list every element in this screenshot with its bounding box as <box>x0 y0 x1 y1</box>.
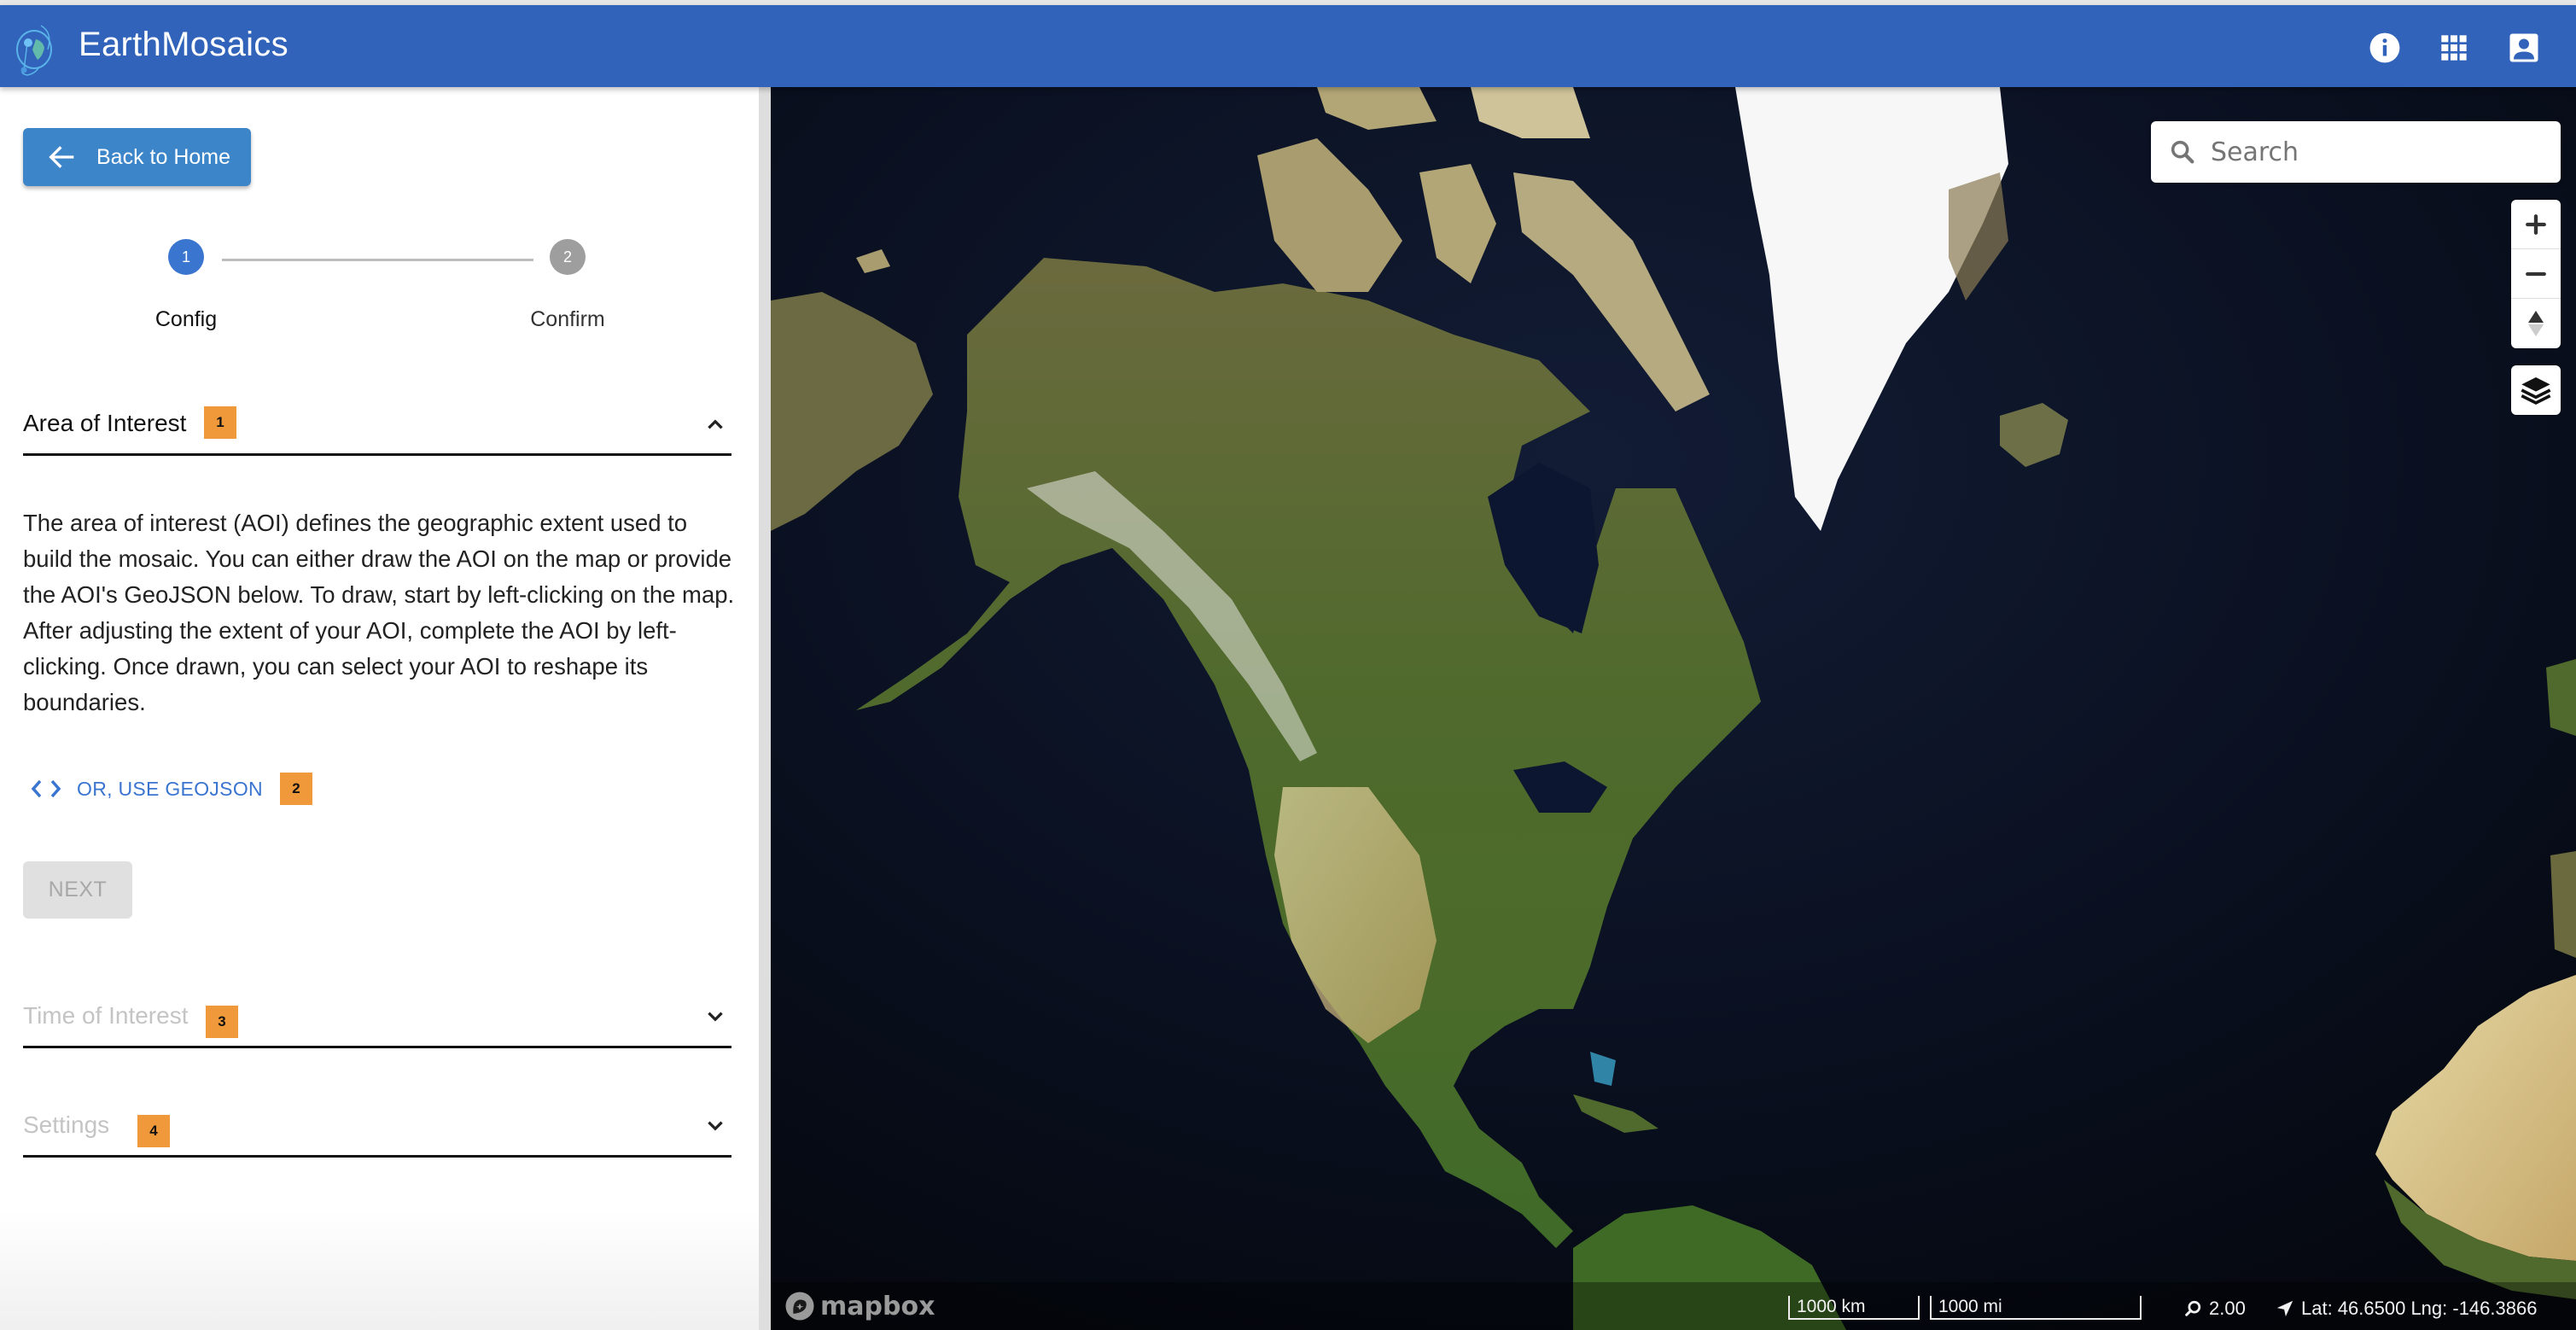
app-header: EarthMosaics <box>0 5 2576 87</box>
info-button[interactable] <box>2368 31 2402 65</box>
coordinate-value: Lat: 46.6500 Lng: -146.3866 <box>2301 1298 2538 1319</box>
earth-logo-icon[interactable] <box>10 15 60 80</box>
step-1-label: Config <box>154 307 218 331</box>
settings-badge: 4 <box>137 1115 170 1147</box>
sidebar-bottom-fade <box>0 1210 759 1330</box>
map-canvas[interactable]: mapbox 1000 km 1000 mi 2.00 Lat: 46.6500… <box>771 87 2576 1330</box>
back-to-home-button[interactable]: Back to Home <box>23 128 251 186</box>
layers-icon <box>2521 377 2551 405</box>
aoi-title: Area of Interest <box>23 410 187 436</box>
mapbox-wordmark: mapbox <box>820 1291 935 1321</box>
chevron-down-icon[interactable] <box>704 1006 726 1028</box>
stepper-connector <box>222 259 533 261</box>
toi-badge: 3 <box>206 1006 238 1038</box>
aoi-description: The area of interest (AOI) defines the g… <box>23 510 735 715</box>
layers-button[interactable] <box>2511 365 2561 415</box>
next-button[interactable]: NEXT <box>23 861 132 919</box>
settings-title: Settings <box>23 1111 110 1138</box>
satellite-basemap[interactable] <box>771 87 2576 1330</box>
app-title: EarthMosaics <box>79 26 288 63</box>
arrow-left-icon <box>49 146 74 168</box>
aoi-badge: 1 <box>204 406 236 439</box>
use-geojson-link[interactable]: OR, USE GEOJSON 2 <box>31 770 312 808</box>
info-icon <box>2369 32 2400 63</box>
coordinate-readout: Lat: 46.6500 Lng: -146.3866 <box>2276 1298 2537 1320</box>
map-search[interactable] <box>2151 121 2561 183</box>
mapbox-attribution[interactable]: mapbox <box>784 1289 935 1323</box>
back-to-home-label: Back to Home <box>96 144 231 169</box>
sidebar: Back to Home 1 2 Config Confirm Area of … <box>0 87 759 1330</box>
accordion-time-of-interest[interactable]: Time of Interest 3 <box>23 997 731 1048</box>
zoom-out-button[interactable] <box>2511 249 2561 299</box>
apps-button[interactable] <box>2437 31 2471 65</box>
zoom-magnifier-icon <box>2185 1300 2201 1316</box>
scale-bar-imperial: 1000 mi <box>1930 1296 2142 1320</box>
panel-divider[interactable] <box>759 87 771 1330</box>
scale-bar-metric: 1000 km <box>1788 1296 1920 1320</box>
step-2-indicator[interactable]: 2 <box>550 239 586 275</box>
chevron-up-icon[interactable] <box>704 413 726 435</box>
step-2-label: Confirm <box>530 307 605 331</box>
search-icon <box>2171 140 2194 164</box>
accordion-area-of-interest[interactable]: Area of Interest 1 <box>23 405 731 456</box>
search-input[interactable] <box>2211 137 2535 167</box>
code-icon <box>31 779 61 798</box>
use-geojson-label: OR, USE GEOJSON <box>77 777 263 800</box>
step-1-indicator[interactable]: 1 <box>168 239 204 275</box>
minus-icon <box>2526 271 2546 276</box>
land-ireland <box>2546 659 2576 736</box>
toi-title: Time of Interest <box>23 1002 189 1029</box>
zoom-level-value: 2.00 <box>2209 1298 2246 1319</box>
zoom-in-button[interactable] <box>2511 200 2561 249</box>
chevron-down-icon[interactable] <box>704 1115 726 1137</box>
mapbox-logo-icon <box>785 1292 814 1321</box>
navigation-control <box>2511 200 2561 348</box>
zoom-level-readout: 2.00 <box>2183 1298 2246 1320</box>
compass-icon <box>2528 311 2544 336</box>
geojson-badge: 2 <box>279 773 312 805</box>
apps-grid-icon <box>2441 35 2467 61</box>
account-button[interactable] <box>2507 31 2541 65</box>
plus-icon <box>2526 213 2546 235</box>
accordion-settings[interactable]: Settings 4 <box>23 1106 731 1158</box>
account-box-icon <box>2509 33 2538 62</box>
location-arrow-icon <box>2276 1300 2293 1317</box>
reset-north-button[interactable] <box>2511 299 2561 348</box>
